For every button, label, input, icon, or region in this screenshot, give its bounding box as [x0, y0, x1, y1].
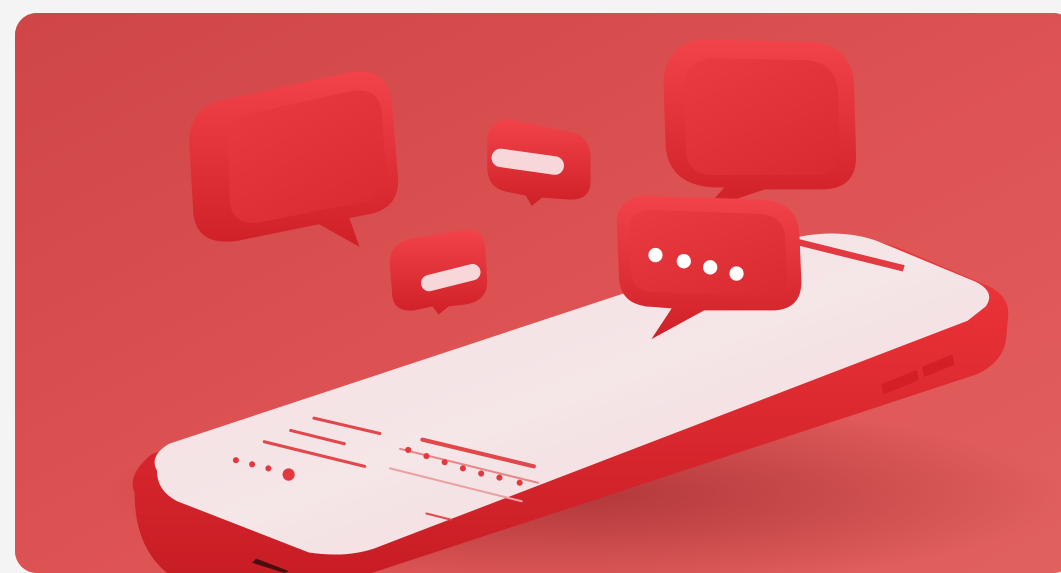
chat-bubble-small-middle	[389, 229, 488, 315]
image-frame	[15, 13, 1061, 573]
phone-chat-illustration	[15, 13, 1061, 573]
